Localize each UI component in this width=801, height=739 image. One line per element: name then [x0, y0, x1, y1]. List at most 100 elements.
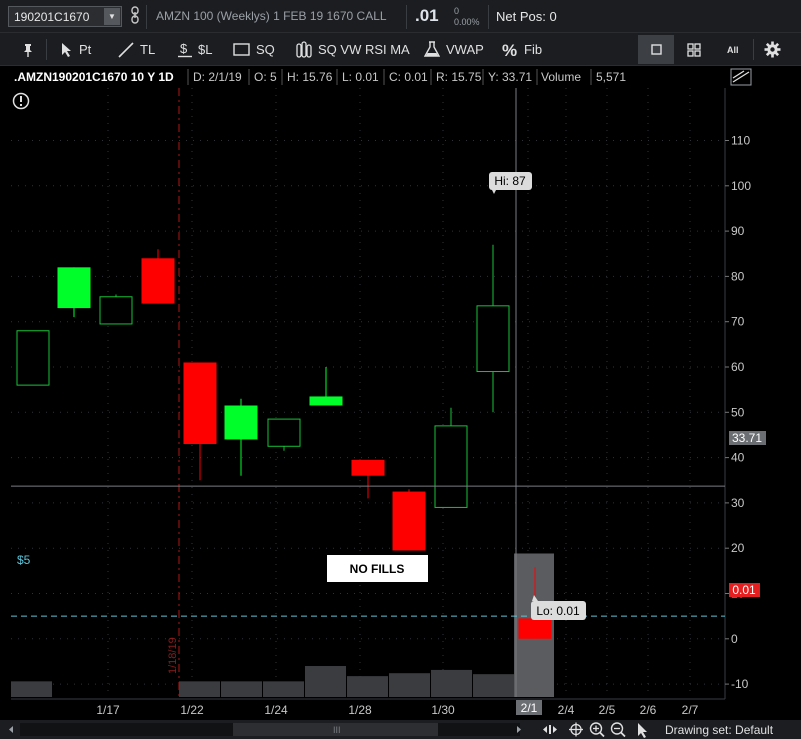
price-level-tool-button[interactable]: $ $L	[178, 33, 212, 66]
pin-icon	[24, 43, 32, 57]
volume-bar	[221, 681, 262, 697]
time-axis: 1/17 1/22 1/24 1/28 1/30 2/1 2/4 2/5 2/6 2/7	[96, 703, 698, 717]
header-range: R: 15.75	[436, 70, 482, 84]
no-fills-text: NO FILLS	[350, 562, 405, 576]
x-tick-label: 1/17	[96, 703, 120, 717]
candle-body	[183, 362, 217, 445]
separator	[146, 5, 147, 29]
x-tick-label: 1/28	[348, 703, 372, 717]
svg-text:%: %	[502, 42, 517, 58]
chart-overlays	[11, 88, 725, 697]
zoom-out-icon[interactable]	[610, 722, 626, 738]
x-tick-label: 2/6	[640, 703, 657, 717]
cursor-arrow-icon	[62, 43, 71, 57]
header-volume-label: Volume	[541, 70, 581, 84]
header-high: H: 15.76	[287, 70, 333, 84]
y-tick-label: -10	[731, 677, 749, 691]
expiration-date-label: 1/18/19	[167, 637, 179, 674]
header-close: C: 0.01	[389, 70, 428, 84]
settings-button[interactable]	[764, 33, 781, 66]
x-tick-label: 2/4	[558, 703, 575, 717]
rectangle-icon	[233, 43, 250, 56]
scale-settings-icon[interactable]	[730, 68, 752, 86]
candle-body	[267, 418, 301, 447]
separator	[46, 39, 47, 60]
vwap-study-button[interactable]: VWAP	[424, 33, 484, 66]
x-tick-label: 1/24	[264, 703, 288, 717]
candle-body	[224, 405, 258, 440]
chart-header: .AMZN190201C1670 10 Y 1D D: 2/1/19 O: 5 …	[14, 69, 626, 85]
chart-grid	[11, 88, 726, 700]
volume-bar	[263, 681, 304, 697]
drawing-toolbar: Pt TL $ $L SQ SQ VW RSI MA VWAP % Fib Al…	[0, 33, 801, 66]
symbol-input[interactable]: 190201C1670 ▼	[8, 6, 122, 27]
y-tick-label: 90	[731, 224, 745, 238]
fibonacci-tool-button[interactable]: % Fib	[502, 33, 542, 66]
studies-button[interactable]: SQ VW RSI MA	[296, 33, 410, 66]
candle-body	[99, 296, 133, 325]
rectangle-tool-button[interactable]: SQ	[233, 33, 275, 66]
last-price: .01	[415, 6, 439, 25]
price-level-label[interactable]: $5	[17, 553, 31, 567]
cursor-arrow-icon[interactable]	[638, 723, 647, 738]
cursor-price-text: 33.71	[732, 431, 762, 445]
percent-icon: %	[502, 42, 517, 58]
separator	[406, 5, 407, 29]
candle-body	[518, 618, 552, 639]
pan-icon[interactable]	[569, 722, 583, 737]
high-bubble-text: Hi: 87	[494, 174, 526, 188]
alert-icon[interactable]	[12, 92, 30, 110]
candle-body	[434, 425, 468, 508]
link-icon[interactable]	[130, 6, 140, 24]
header-y: Y: 33.71	[488, 70, 532, 84]
percent-change: 0.00%	[454, 17, 480, 27]
header-open: O: 5	[254, 70, 277, 84]
pin-button[interactable]	[22, 33, 34, 66]
low-bubble-text: Lo: 0.01	[536, 604, 580, 618]
volume-bar	[347, 676, 388, 697]
candle-body	[57, 267, 91, 309]
beakers-icon	[296, 41, 312, 58]
trendline-tool-button[interactable]: TL	[118, 33, 155, 66]
last-price-tag-text: 0.01	[732, 583, 756, 597]
y-tick-label: 110	[731, 134, 750, 148]
horizontal-scrollbar[interactable]: III	[20, 723, 520, 736]
grid-layout-button[interactable]	[687, 33, 701, 66]
y-tick-label: 70	[731, 315, 745, 329]
y-tick-label: 100	[731, 179, 751, 193]
zoom-in-icon[interactable]	[589, 722, 605, 738]
all-charts-button[interactable]: All	[727, 33, 741, 66]
svg-text:III: III	[333, 725, 341, 735]
y-tick-label: 80	[731, 269, 745, 283]
price-level-icon: $	[178, 41, 192, 58]
x-tick-label: 2/5	[599, 703, 616, 717]
x-tick-label: 1/22	[180, 703, 204, 717]
chart-bottom-bar: III Drawing set: Default	[0, 720, 801, 739]
x-tick-label: 2/7	[682, 703, 699, 717]
drawing-set-selector[interactable]: Drawing set: Default	[665, 723, 773, 737]
price-chart[interactable]: 1101009080706050403020100-10-20 1/171/22…	[0, 66, 801, 720]
volume-bar	[305, 666, 346, 697]
candle-body	[309, 396, 343, 406]
svg-text:$: $	[180, 41, 188, 56]
volume-bar	[431, 669, 472, 697]
header-low: L: 0.01	[342, 70, 379, 84]
candle-body	[351, 459, 385, 476]
volume-bar	[473, 674, 514, 697]
pointer-tool-button[interactable]: Pt	[61, 33, 91, 66]
price-level-tool-label: $L	[198, 42, 213, 57]
single-layout-button[interactable]	[638, 35, 674, 64]
chart-window: 190201C1670 ▼ AMZN 100 (Weeklys) 1 FEB 1…	[0, 0, 801, 739]
square-icon	[651, 44, 662, 55]
studies-label: SQ VW RSI MA	[318, 42, 410, 57]
separator	[753, 39, 754, 60]
crosshair-date-tag: 2/1	[516, 700, 542, 715]
expand-time-axis-icon[interactable]	[543, 725, 557, 734]
scroll-left-icon[interactable]	[9, 726, 13, 733]
last-price-tag: 0.01	[729, 583, 760, 597]
chevron-down-icon[interactable]: ▼	[104, 8, 120, 25]
symbol-text: 190201C1670	[14, 10, 90, 24]
y-tick-label: 50	[731, 405, 745, 419]
volume-bar	[11, 681, 52, 697]
candle-body	[392, 491, 426, 551]
